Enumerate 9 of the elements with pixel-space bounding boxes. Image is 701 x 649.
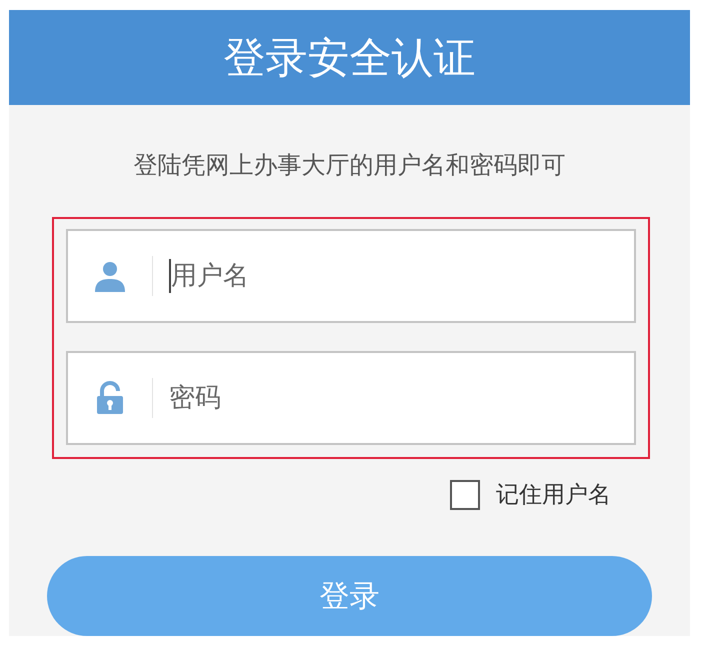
person-icon [93,259,127,293]
remember-label: 记住用户名 [496,480,611,510]
instruction-text: 登陆凭网上办事大厅的用户名和密码即可 [132,150,566,181]
password-field[interactable]: 密码 [169,378,469,418]
header-title: 登录安全认证 [224,32,476,84]
username-field[interactable]: 用户名 [171,256,471,296]
padlock-icon [96,381,124,415]
login-button[interactable]: 登录 [47,556,652,636]
remember-checkbox[interactable] [450,480,480,510]
